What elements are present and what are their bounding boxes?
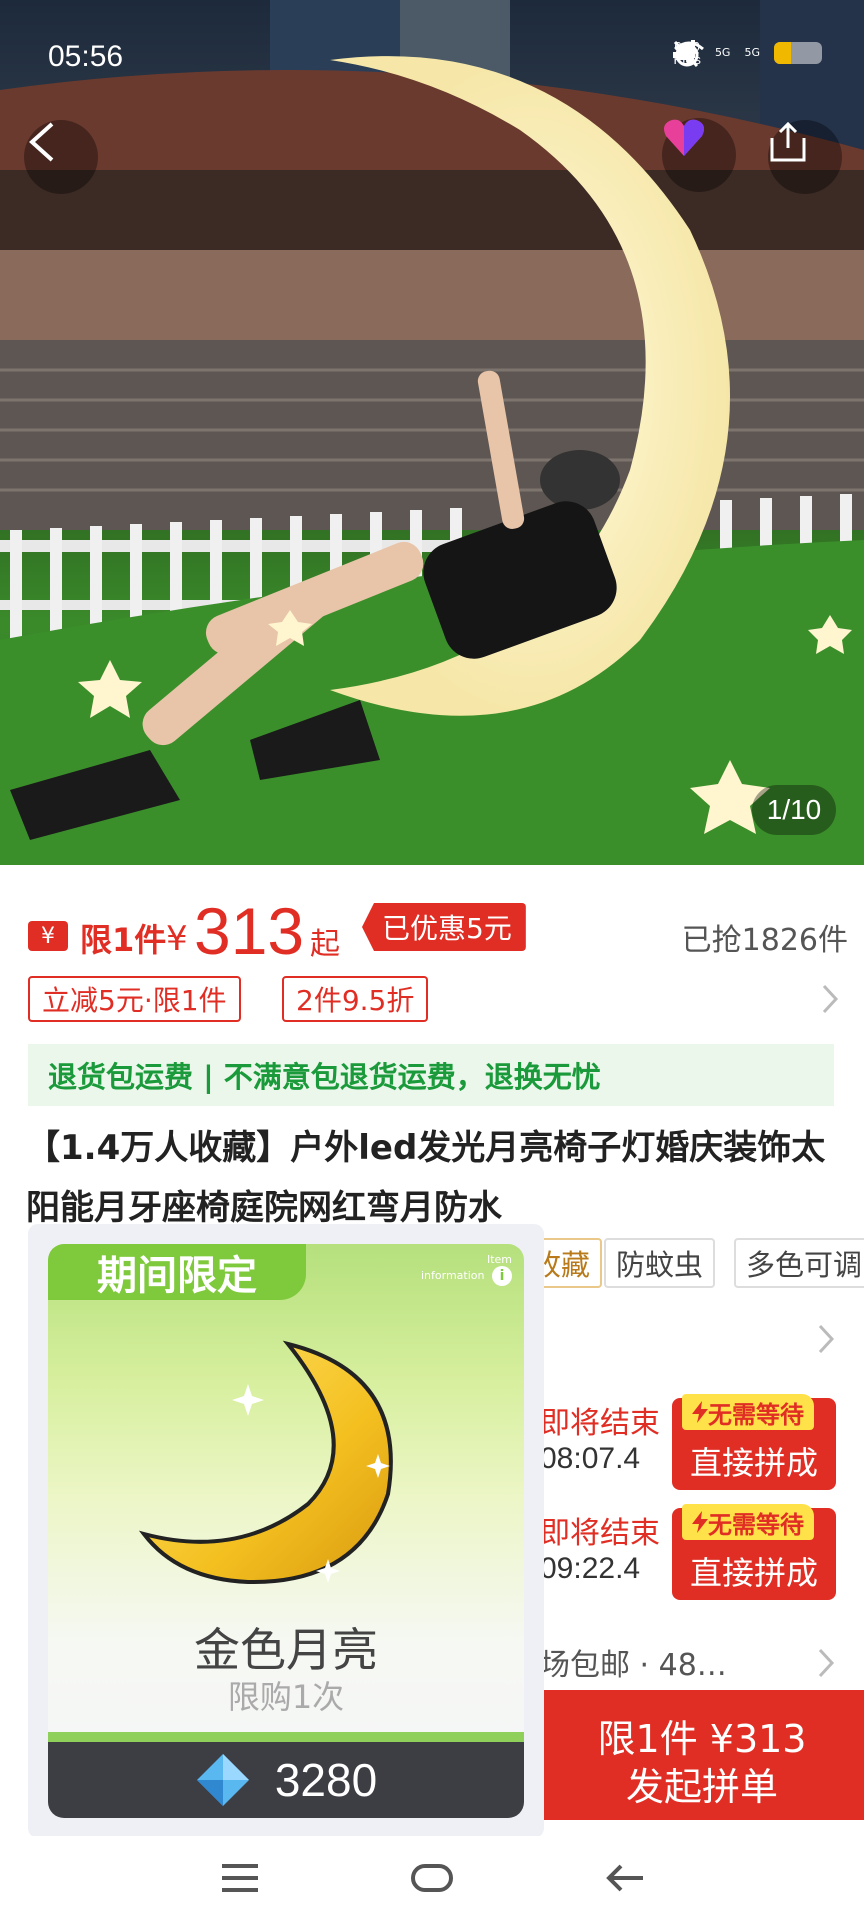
join-group-label: 直接拼成 bbox=[689, 1554, 818, 1592]
price-value: 313 bbox=[194, 894, 305, 968]
divider bbox=[48, 1732, 524, 1742]
shipping-label: 场包邮 · 48… bbox=[540, 1648, 727, 1683]
item-cost-bar[interactable]: 3280 bbox=[48, 1742, 524, 1818]
price-row: ¥ 限1件 ¥ 313 起 已优惠5元 已抢1826件 bbox=[28, 894, 848, 975]
no-wait-label: 无需等待 bbox=[708, 1400, 804, 1429]
price-tag-icon: ¥ bbox=[28, 921, 68, 951]
cta-price-label: 限1件 ¥313 bbox=[597, 1717, 807, 1761]
chevron-right-icon bbox=[822, 984, 839, 1014]
gold-moon-icon bbox=[138, 1340, 393, 1585]
item-name: 金色月亮 bbox=[194, 1623, 378, 1677]
feature-tag: 防蚊虫 bbox=[604, 1238, 716, 1288]
lightning-icon bbox=[692, 1511, 708, 1533]
status-icons: 0.10 KB/s 5G 5G bbox=[673, 40, 822, 68]
shipping-info[interactable]: 场包邮 · 48… bbox=[540, 1640, 840, 1690]
no-wait-badge: 无需等待 bbox=[682, 1504, 814, 1540]
back-arrow-icon bbox=[606, 1864, 643, 1892]
item-info-label: Item bbox=[486, 1253, 512, 1266]
product-photo bbox=[0, 0, 864, 865]
group-status: 即将结束 bbox=[540, 1516, 660, 1551]
signal-2-label: 5G bbox=[744, 46, 760, 59]
group-buy-row: 即将结束 09:22.4 无需等待 直接拼成 bbox=[540, 1504, 840, 1608]
chevron-right-icon bbox=[818, 1648, 835, 1678]
share-button[interactable] bbox=[768, 120, 842, 194]
join-group-label: 直接拼成 bbox=[689, 1444, 818, 1482]
wifi-icon bbox=[674, 41, 705, 64]
group-status: 即将结束 bbox=[540, 1406, 660, 1441]
sold-count: 已抢1826件 bbox=[681, 923, 848, 958]
group-buy-row: 即将结束 08:07.4 无需等待 直接拼成 bbox=[540, 1394, 840, 1498]
favorite-button[interactable] bbox=[662, 118, 736, 192]
discount-badge: 已优惠5元 bbox=[362, 903, 526, 951]
no-wait-badge: 无需等待 bbox=[682, 1394, 814, 1430]
product-title: 【1.4万人收藏】户外led发光月亮椅子灯婚庆装饰太阳能月牙座椅庭院网红弯月防水 bbox=[26, 1128, 826, 1228]
info-icon: i bbox=[492, 1266, 512, 1286]
item-purchase-limit: 限购1次 bbox=[227, 1678, 345, 1716]
feature-tag: 多色可调 bbox=[734, 1238, 864, 1288]
item-info[interactable]: Item information i bbox=[421, 1254, 512, 1286]
group-timer: 08:07.4 bbox=[540, 1442, 641, 1475]
join-group-button[interactable]: 无需等待 直接拼成 bbox=[672, 1504, 836, 1600]
no-wait-label: 无需等待 bbox=[708, 1510, 804, 1539]
promo-tag[interactable]: 立减5元·限1件 bbox=[28, 976, 241, 1022]
signal-1: 5G bbox=[673, 40, 731, 59]
battery-icon bbox=[774, 42, 822, 64]
limited-badge: 期间限定 bbox=[48, 1244, 306, 1300]
lightning-icon bbox=[692, 1401, 708, 1423]
system-nav-bar bbox=[0, 1836, 864, 1920]
item-cost: 3280 bbox=[274, 1754, 378, 1806]
image-counter: 1/10 bbox=[752, 785, 836, 835]
status-bar: 05:56 0.10 KB/s 5G 5G bbox=[0, 0, 864, 118]
return-shipping-banner[interactable]: 退货包运费 | 不满意包退货运费，退换无忧 bbox=[28, 1044, 834, 1106]
back-button[interactable] bbox=[24, 120, 98, 194]
chevron-left-icon bbox=[29, 122, 54, 162]
signal-2: 5G bbox=[673, 40, 760, 59]
signal-1-label: 5G bbox=[714, 46, 731, 59]
diamond-icon bbox=[196, 1754, 249, 1806]
limited-item-card: 期间限定 Item information i 金色月亮 限购1次 3280 bbox=[48, 1244, 524, 1818]
menu-icon bbox=[222, 1864, 258, 1892]
battery-level bbox=[774, 42, 791, 64]
group-timer: 09:22.4 bbox=[540, 1552, 641, 1585]
price-currency: ¥ bbox=[166, 919, 188, 959]
product-detail-page: 05:56 0.10 KB/s 5G 5G bbox=[0, 0, 864, 1920]
home-icon bbox=[411, 1864, 453, 1892]
promo-tags-row[interactable]: 立减5元·限1件 2件9.5折 bbox=[28, 976, 848, 1024]
cta-action-label: 发起拼单 bbox=[625, 1765, 778, 1809]
start-group-order-button[interactable]: 限1件 ¥313 发起拼单 bbox=[540, 1690, 864, 1820]
nav-back-button[interactable] bbox=[590, 1850, 660, 1906]
price-suffix: 起 bbox=[310, 927, 340, 962]
share-icon bbox=[770, 121, 806, 162]
join-group-button[interactable]: 无需等待 直接拼成 bbox=[672, 1394, 836, 1490]
price-limit-label: 限1件 bbox=[80, 921, 167, 959]
status-time: 05:56 bbox=[48, 40, 124, 73]
limited-item-popup[interactable]: 期间限定 Item information i 金色月亮 限购1次 3280 bbox=[28, 1224, 544, 1838]
chevron-right-icon[interactable] bbox=[816, 1322, 836, 1356]
product-image-carousel[interactable]: 05:56 0.10 KB/s 5G 5G bbox=[0, 0, 864, 865]
nav-home-button[interactable] bbox=[397, 1850, 467, 1906]
nav-menu-button[interactable] bbox=[205, 1850, 275, 1906]
promo-tag[interactable]: 2件9.5折 bbox=[282, 976, 429, 1022]
item-info-label: information bbox=[421, 1269, 485, 1282]
heart-icon bbox=[664, 119, 704, 156]
